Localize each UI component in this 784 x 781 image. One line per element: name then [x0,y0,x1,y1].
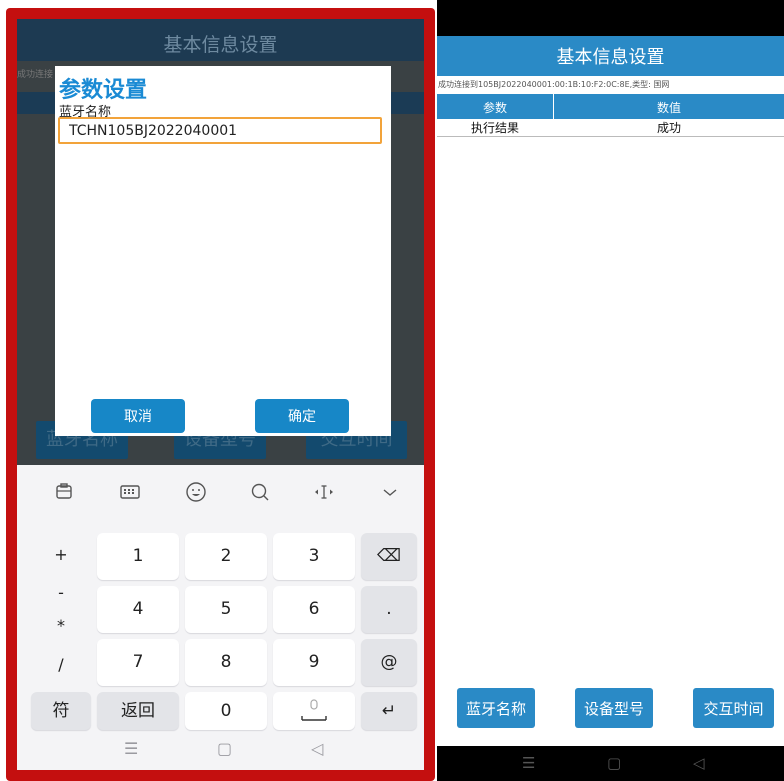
cell-param: 执行结果 [470,121,519,135]
key-8[interactable]: 8 [185,639,267,686]
left-phone-screen: 基本信息设置 成功连接 蓝牙名称 设备型号 交互时间 参数设置 蓝牙名称 取消 … [17,19,424,770]
status-bar [437,0,784,36]
highlight-frame: 基本信息设置 成功连接 蓝牙名称 设备型号 交互时间 参数设置 蓝牙名称 取消 … [6,8,435,781]
cancel-button[interactable]: 取消 [91,399,185,433]
keyboard-icon[interactable] [117,479,143,505]
home-icon[interactable]: ▢ [217,739,232,758]
key-6[interactable]: 6 [273,586,355,633]
back-key[interactable]: 返回 [97,692,179,730]
connection-status: 成功连接到105BJ2022040001:00:1B:10:F2:0C:8E,类… [438,80,670,89]
dimmed-header-title: 基本信息设置 [17,19,424,61]
microphone-icon [301,699,327,721]
page-title: 基本信息设置 [437,36,784,76]
backspace-key[interactable]: ⌫ [361,533,417,580]
collapse-icon[interactable] [377,479,403,505]
bluetooth-name-input[interactable] [58,117,382,144]
device-model-button[interactable]: 设备型号 [575,688,653,728]
search-icon[interactable] [247,479,273,505]
left-nav-bar: ☰ ▢ ◁ [17,735,424,770]
menu-icon[interactable]: ☰ [522,754,535,772]
key-5[interactable]: 5 [185,586,267,633]
cell-value: 成功 [656,121,681,135]
cursor-icon[interactable] [311,479,337,505]
key-minus[interactable]: - [31,583,91,602]
right-phone-screen: 基本信息设置 成功连接到105BJ2022040001:00:1B:10:F2:… [437,0,784,781]
back-icon[interactable]: ◁ [311,739,323,758]
key-7[interactable]: 7 [97,639,179,686]
space-key[interactable] [273,692,355,730]
menu-icon[interactable]: ☰ [124,739,138,758]
table-row: 执行结果 成功 [437,119,784,137]
key-asterisk[interactable]: * [31,616,91,635]
key-at[interactable]: @ [361,639,417,686]
bluetooth-name-button[interactable]: 蓝牙名称 [457,688,535,728]
key-0[interactable]: 0 [185,692,267,730]
column-value: 数值 [656,101,681,115]
key-plus[interactable]: + [31,545,91,564]
key-3[interactable]: 3 [273,533,355,580]
clipboard-icon[interactable] [51,479,77,505]
interaction-time-button[interactable]: 交互时间 [693,688,774,728]
right-nav-bar: ☰ ▢ ◁ [437,746,784,781]
parameter-dialog: 参数设置 蓝牙名称 取消 确定 [55,66,391,436]
column-param: 参数 [482,101,507,115]
dialog-title: 参数设置 [59,78,148,103]
key-2[interactable]: 2 [185,533,267,580]
key-4[interactable]: 4 [97,586,179,633]
emoji-icon[interactable] [183,479,209,505]
key-1[interactable]: 1 [97,533,179,580]
key-slash[interactable]: / [31,655,91,674]
enter-key[interactable]: ↵ [361,692,417,730]
home-icon[interactable]: ▢ [607,754,621,772]
soft-keyboard: + - * / 1 2 3 ⌫ 4 5 6 . 7 8 9 @ 符 返回 0 ↵ [17,465,424,770]
back-icon[interactable]: ◁ [693,754,705,772]
table-header: 参数 数值 [437,94,784,119]
key-9[interactable]: 9 [273,639,355,686]
confirm-button[interactable]: 确定 [255,399,349,433]
key-dot[interactable]: . [361,586,417,633]
symbols-key[interactable]: 符 [31,692,91,730]
keyboard-toolbar [17,465,424,519]
